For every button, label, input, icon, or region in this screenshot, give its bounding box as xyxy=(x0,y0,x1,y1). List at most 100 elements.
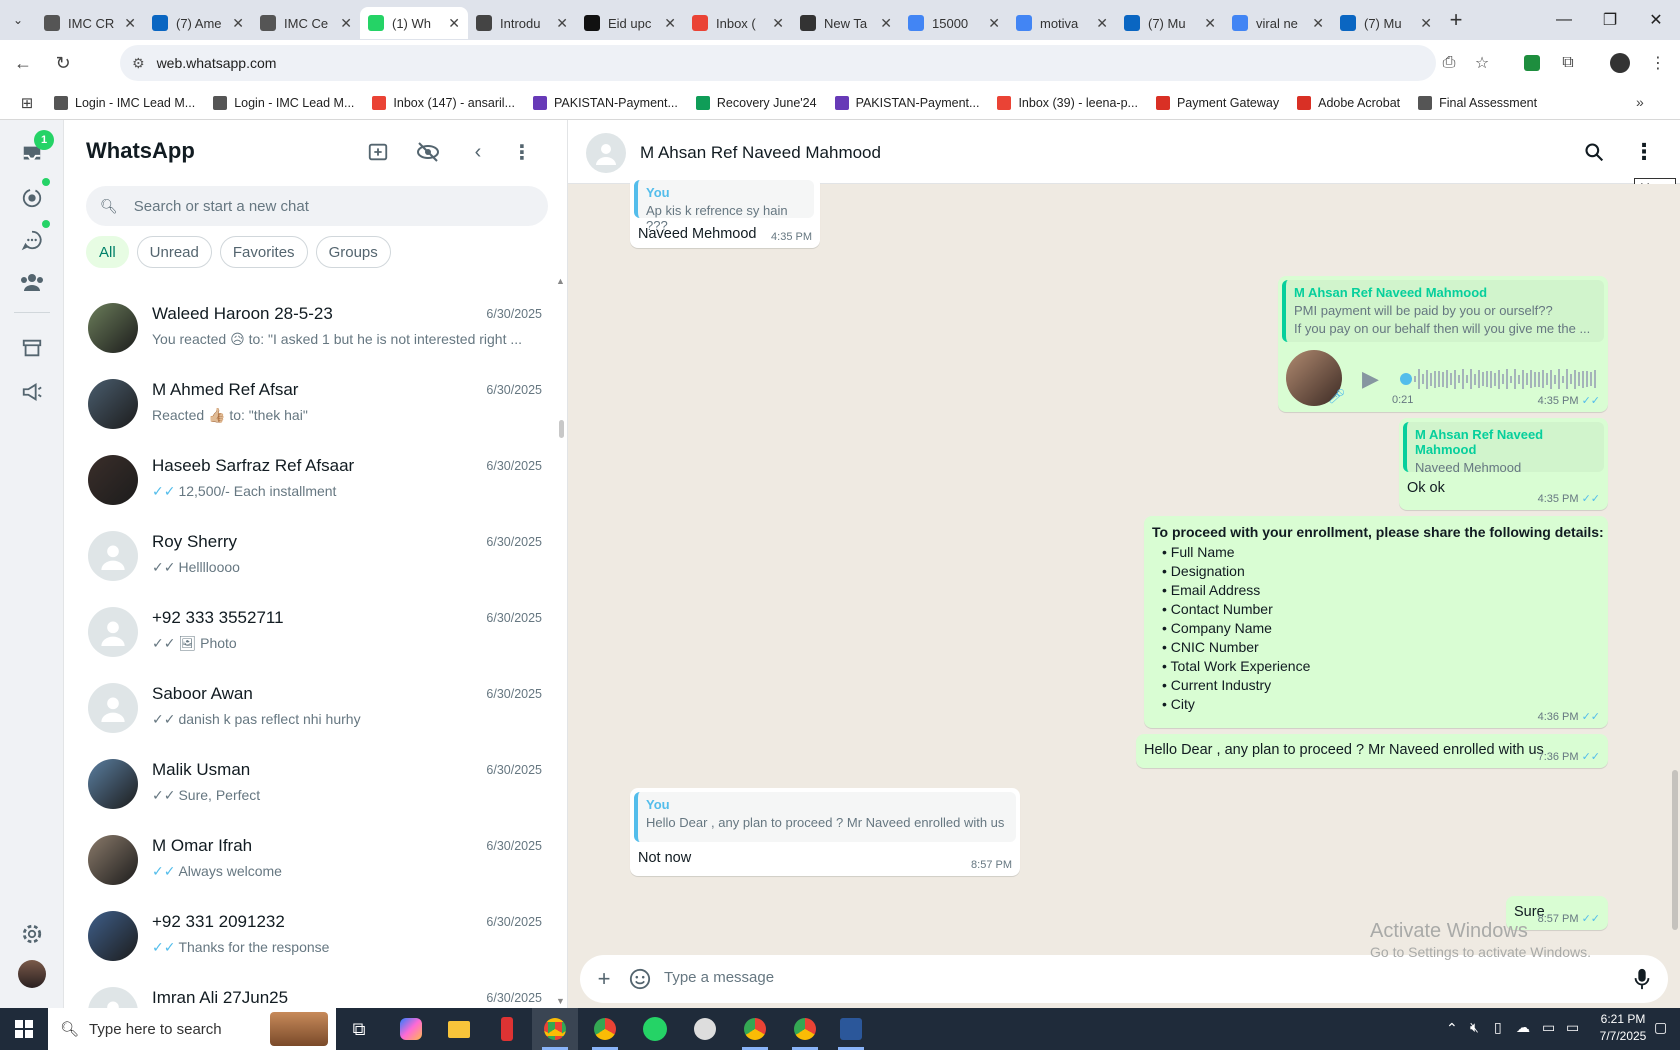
tab-close-icon[interactable]: ✕ xyxy=(664,15,676,32)
extensions-icon[interactable]: ⧉ xyxy=(1556,51,1580,75)
chat-list-item[interactable]: Haseeb Sarfraz Ref Afsaar 6/30/2025 ✓✓ 12,5… xyxy=(64,442,554,518)
search-input[interactable]: 🔍︎ Search or start a new chat xyxy=(86,186,548,226)
notifications-icon[interactable]: ▢ xyxy=(1654,1019,1667,1036)
browser-tab[interactable]: viral ne ✕ xyxy=(1224,7,1332,39)
browser-tab[interactable]: (1) Wh ✕ xyxy=(360,7,468,39)
volume-muted-icon[interactable]: 🔇︎ xyxy=(1470,1019,1479,1036)
site-info-icon[interactable]: ⚙ xyxy=(132,55,145,72)
battery-icon[interactable]: ▯ xyxy=(1494,1019,1502,1036)
browser-tab[interactable]: IMC Ce ✕ xyxy=(252,7,360,39)
browser-tab[interactable]: (7) Mu ✕ xyxy=(1116,7,1224,39)
copilot-icon[interactable] xyxy=(388,1008,434,1050)
chat-list-item[interactable]: M Omar Ifrah 6/30/2025 ✓✓ Always welcome xyxy=(64,822,554,898)
message-outgoing[interactable]: Hello Dear , any plan to proceed ? Mr Na… xyxy=(1136,734,1608,768)
profile-avatar-icon[interactable] xyxy=(1608,51,1632,75)
word-taskbar-icon[interactable] xyxy=(828,1008,874,1050)
bookmark-item[interactable]: PAKISTAN-Payment... xyxy=(533,95,678,110)
contact-avatar[interactable] xyxy=(586,133,626,173)
hide-icon[interactable] xyxy=(414,138,442,166)
chat-list-item[interactable]: Roy Sherry 6/30/2025 ✓✓ Helllloooo xyxy=(64,518,554,594)
message-outgoing-voice[interactable]: M Ahsan Ref Naveed Mahmood PMI payment w… xyxy=(1278,276,1608,412)
browser-tab[interactable]: Introdu ✕ xyxy=(468,7,576,39)
tab-close-icon[interactable]: ✕ xyxy=(340,15,352,32)
message-incoming[interactable]: You Ap kis k refrence sy hain ??? Naveed… xyxy=(630,176,820,248)
attach-plus-icon[interactable]: + xyxy=(592,966,616,991)
tab-close-icon[interactable]: ✕ xyxy=(232,15,244,32)
install-app-icon[interactable]: ⎙ xyxy=(1437,51,1461,75)
browser-tab[interactable]: IMC CR ✕ xyxy=(36,7,144,39)
filter-unread[interactable]: Unread xyxy=(136,236,212,268)
bookmark-item[interactable]: Payment Gateway xyxy=(1155,95,1279,110)
browser-menu-icon[interactable]: ⋮ xyxy=(1646,51,1670,75)
taskbar-clock[interactable]: 6:21 PM 7/7/2025 xyxy=(1588,1011,1658,1045)
reload-button[interactable]: ↻ xyxy=(46,46,80,80)
collapse-chevron-icon[interactable]: ‹ xyxy=(464,138,492,166)
settings-icon[interactable] xyxy=(16,918,48,950)
filter-groups[interactable]: Groups xyxy=(315,236,391,268)
display-icon[interactable]: ▭ xyxy=(1566,1019,1579,1036)
chat-list-item[interactable]: Waleed Haroon 28-5-23 6/30/2025 You reacte… xyxy=(64,290,554,366)
scroll-down-arrow-icon[interactable]: ▼ xyxy=(556,996,565,1006)
whatsapp-taskbar-icon[interactable] xyxy=(632,1008,678,1050)
new-tab-button[interactable]: + xyxy=(1440,4,1472,36)
search-messages-icon[interactable] xyxy=(1580,138,1608,166)
chat-list-item[interactable]: +92 331 2091232 6/30/2025 ✓✓ Thanks for the… xyxy=(64,898,554,974)
close-window-button[interactable]: ✕ xyxy=(1630,0,1680,40)
sidebar-menu-icon[interactable]: ⋮ xyxy=(508,138,536,166)
chat-list-item[interactable]: Imran Ali 27Jun25 6/30/2025 xyxy=(64,974,554,1008)
channels-icon[interactable] xyxy=(16,224,48,256)
chat-list-item[interactable]: Saboor Awan 6/30/2025 ✓✓ danish k pas refle… xyxy=(64,670,554,746)
quoted-message[interactable]: M Ahsan Ref Naveed Mahmood PMI payment w… xyxy=(1282,280,1604,342)
communities-icon[interactable] xyxy=(16,266,48,298)
bookmark-item[interactable]: Inbox (39) - leena-p... xyxy=(997,95,1138,110)
tab-close-icon[interactable]: ✕ xyxy=(448,15,460,32)
app-taskbar-icon[interactable] xyxy=(682,1008,728,1050)
tab-close-icon[interactable]: ✕ xyxy=(772,15,784,32)
tab-close-icon[interactable]: ✕ xyxy=(556,15,568,32)
tab-search-button[interactable]: ⌄ xyxy=(0,0,36,40)
minimize-button[interactable]: — xyxy=(1538,0,1590,40)
start-button[interactable] xyxy=(0,1008,48,1050)
profile-avatar[interactable] xyxy=(18,960,46,988)
chat-list-item[interactable]: +92 333 3552711 6/30/2025 ✓✓ 🖼 Photo xyxy=(64,594,554,670)
extension-green-icon[interactable] xyxy=(1520,51,1544,75)
browser-tab[interactable]: New Ta ✕ xyxy=(792,7,900,39)
chat-list-item[interactable]: Malik Usman 6/30/2025 ✓✓ Sure, Perfect xyxy=(64,746,554,822)
browser-tab[interactable]: motiva ✕ xyxy=(1008,7,1116,39)
tab-close-icon[interactable]: ✕ xyxy=(1420,15,1432,32)
chrome-taskbar-icon[interactable] xyxy=(582,1008,628,1050)
filter-all[interactable]: All xyxy=(86,236,129,268)
quoted-message[interactable]: M Ahsan Ref Naveed Mahmood Naveed Mehmoo… xyxy=(1403,422,1604,475)
tab-close-icon[interactable]: ✕ xyxy=(1204,15,1216,32)
message-incoming[interactable]: You Hello Dear , any plan to proceed ? M… xyxy=(630,788,1020,876)
message-input[interactable]: Type a message xyxy=(664,969,774,986)
bookmark-item[interactable]: Recovery June'24 xyxy=(695,95,817,110)
browser-tab[interactable]: Inbox (✕ xyxy=(684,7,792,39)
bookmark-item[interactable]: Final Assessment xyxy=(1418,95,1537,110)
bookmark-item[interactable]: Adobe Acrobat xyxy=(1297,95,1400,110)
chrome-taskbar-icon-3[interactable] xyxy=(782,1008,828,1050)
voice-waveform[interactable] xyxy=(1414,368,1599,390)
scroll-up-arrow-icon[interactable]: ▲ xyxy=(556,276,565,286)
message-outgoing-details[interactable]: To proceed with your enrollment, please … xyxy=(1144,516,1608,728)
advertise-icon[interactable] xyxy=(16,376,48,408)
sticker-emoji-icon[interactable] xyxy=(628,967,652,991)
task-view-icon[interactable]: ⧉ xyxy=(336,1008,382,1050)
conversation-scrollbar[interactable] xyxy=(1672,770,1678,930)
contact-name[interactable]: M Ahsan Ref Naveed Mahmood xyxy=(640,143,881,163)
sidebar-scrollbar[interactable] xyxy=(559,420,564,438)
new-chat-icon[interactable] xyxy=(364,138,392,166)
tab-close-icon[interactable]: ✕ xyxy=(124,15,136,32)
network-icon[interactable]: ▭ xyxy=(1542,1019,1555,1036)
browser-tab[interactable]: Eid upc ✕ xyxy=(576,7,684,39)
tab-close-icon[interactable]: ✕ xyxy=(880,15,892,32)
browser-tab[interactable]: 15000 ✕ xyxy=(900,7,1008,39)
app-pen-icon[interactable] xyxy=(484,1008,530,1050)
file-explorer-icon[interactable] xyxy=(436,1008,482,1050)
status-icon[interactable] xyxy=(16,182,48,214)
restore-button[interactable]: ❐ xyxy=(1584,0,1636,40)
business-tools-icon[interactable] xyxy=(16,332,48,364)
tab-close-icon[interactable]: ✕ xyxy=(1312,15,1324,32)
voice-record-mic-icon[interactable] xyxy=(1630,967,1654,991)
omnibox[interactable]: ⚙ web.whatsapp.com xyxy=(120,45,1436,81)
